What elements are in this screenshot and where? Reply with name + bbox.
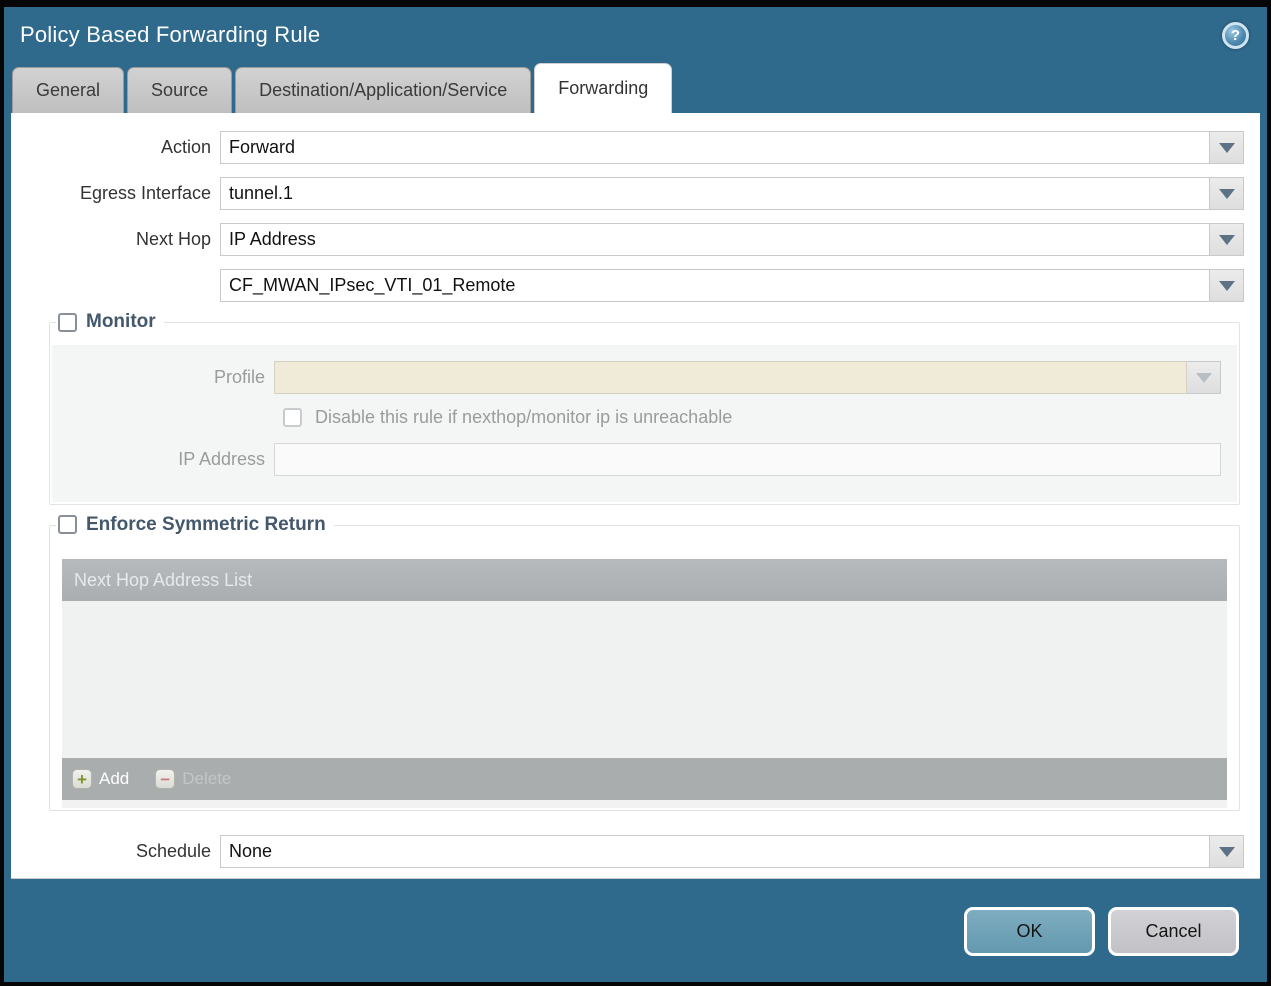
next-hop-dropdown-button[interactable] [1210,223,1244,256]
action-combo: Forward [220,131,1244,164]
schedule-row: Schedule None [11,835,1244,868]
monitor-legend: Monitor [56,311,164,333]
enforce-symmetric-return-checkbox[interactable] [58,515,77,534]
tab-destination-application-service[interactable]: Destination/Application/Service [235,67,532,113]
tab-general[interactable]: General [12,67,125,113]
add-button[interactable]: + Add [72,769,129,789]
disable-rule-label: Disable this rule if nexthop/monitor ip … [315,406,733,427]
profile-field [274,360,1187,394]
next-hop-label: Next Hop [135,229,211,249]
chevron-down-icon [1195,372,1212,391]
monitor-ip-address-label: IP Address [178,448,265,469]
chevron-down-icon [1218,143,1235,161]
chevron-down-icon [1218,281,1235,299]
egress-interface-label: Egress Interface [79,183,211,203]
monitor-ip-address-field [274,442,1221,476]
profile-row: Profile [52,360,1221,394]
table-scroll-strip [62,800,1227,808]
chevron-down-icon [1218,847,1235,865]
tab-source[interactable]: Source [127,67,233,113]
next-hop-address-dropdown-button[interactable] [1210,269,1244,302]
tab-forwarding[interactable]: Forwarding [534,63,673,113]
profile-dropdown-button [1187,360,1221,394]
egress-interface-combo: tunnel.1 [220,177,1244,210]
action-label: Action [160,137,211,157]
next-hop-type-field[interactable]: IP Address [220,223,1210,256]
tab-bar: General Source Destination/Application/S… [4,63,1267,113]
ok-button[interactable]: OK [964,907,1095,956]
egress-interface-dropdown-button[interactable] [1210,177,1244,210]
monitor-ip-address-combo [274,442,1221,476]
chevron-down-icon [1218,235,1235,253]
symmetric-return-legend: Enforce Symmetric Return [56,513,334,536]
forwarding-tab-panel: Action Forward Egress Interface tunnel.1… [11,113,1260,879]
egress-interface-field[interactable]: tunnel.1 [220,177,1210,210]
table-footer-toolbar: + Add − Delete [62,758,1227,800]
next-hop-address-combo: CF_MWAN_IPsec_VTI_01_Remote [220,269,1244,302]
next-hop-address-row: CF_MWAN_IPsec_VTI_01_Remote [11,269,1244,302]
dialog-footer: OK Cancel [4,879,1267,956]
cancel-button[interactable]: Cancel [1108,907,1239,956]
pbf-rule-dialog: Policy Based Forwarding Rule ? General S… [0,0,1271,986]
monitor-section: Monitor Profile Disable this rule if nex… [49,311,1240,505]
schedule-combo: None [220,835,1244,868]
monitor-ip-address-row: IP Address [52,442,1221,476]
delete-icon: − [155,769,176,789]
symmetric-return-legend-label: Enforce Symmetric Return [86,513,326,535]
schedule-label: Schedule [135,841,211,861]
dialog-titlebar: Policy Based Forwarding Rule ? [4,7,1267,63]
next-hop-address-field[interactable]: CF_MWAN_IPsec_VTI_01_Remote [220,269,1210,302]
symmetric-return-section: Enforce Symmetric Return Next Hop Addres… [49,513,1240,811]
monitor-checkbox[interactable] [58,312,77,332]
schedule-dropdown-button[interactable] [1210,835,1244,868]
profile-label: Profile [213,366,265,387]
schedule-field[interactable]: None [220,835,1210,868]
action-field[interactable]: Forward [220,131,1210,164]
chevron-down-icon [1218,189,1235,207]
action-dropdown-button[interactable] [1210,131,1244,164]
add-button-label: Add [99,769,130,788]
action-row: Action Forward [11,131,1244,164]
next-hop-address-list-header: Next Hop Address List [62,559,1227,601]
monitor-panel: Profile Disable this rule if nexthop/mon… [52,344,1237,502]
profile-combo [274,360,1221,394]
help-icon[interactable]: ? [1222,21,1249,49]
delete-button-label: Delete [182,769,232,788]
monitor-legend-label: Monitor [86,311,156,332]
next-hop-address-list-body[interactable] [62,601,1227,758]
next-hop-row: Next Hop IP Address [11,223,1244,256]
delete-button[interactable]: − Delete [155,769,231,789]
add-icon: + [72,769,92,789]
disable-rule-checkbox [283,407,302,427]
dialog-title: Policy Based Forwarding Rule [20,22,321,47]
next-hop-combo: IP Address [220,223,1244,256]
disable-rule-row: Disable this rule if nexthop/monitor ip … [283,407,1237,428]
egress-interface-row: Egress Interface tunnel.1 [11,177,1244,210]
next-hop-address-table: Next Hop Address List + Add − Delete [62,559,1227,808]
